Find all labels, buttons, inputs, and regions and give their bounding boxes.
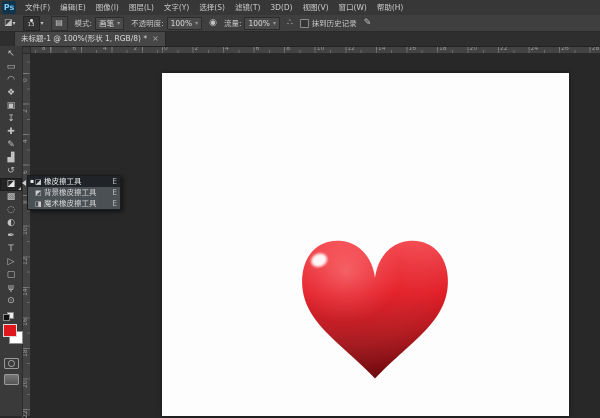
- path-selection-tool[interactable]: ▷: [0, 256, 22, 269]
- move-tool[interactable]: ↖: [0, 48, 22, 61]
- flyout-item-shortcut: E: [112, 199, 117, 208]
- opacity-pressure-icon[interactable]: ◉: [209, 16, 217, 31]
- airbrush-icon[interactable]: ∴: [287, 16, 293, 31]
- menu-item[interactable]: 文件(F): [20, 0, 55, 15]
- crop-tool[interactable]: ▣: [0, 100, 22, 113]
- ruler-number: 22: [23, 410, 29, 418]
- flyout-pointer-icon: [22, 180, 26, 186]
- flyout-item-label: 橡皮擦工具: [44, 176, 108, 187]
- lasso-tool[interactable]: ◠: [0, 74, 22, 87]
- gradient-tool[interactable]: ▩: [0, 191, 22, 204]
- eraser-variant-icon: ◪: [35, 178, 44, 186]
- ruler-number: 4: [23, 139, 29, 143]
- foreground-color-swatch[interactable]: [3, 324, 17, 337]
- ruler-number: 0: [23, 78, 29, 82]
- ruler-number: 2: [23, 109, 29, 113]
- erase-to-history-checkbox[interactable]: [300, 19, 309, 28]
- chevron-down-icon: ▾: [195, 18, 198, 29]
- chevron-down-icon: ▾: [117, 18, 120, 29]
- eraser-variant-icon: ◨: [35, 200, 44, 208]
- heart-shape: [294, 229, 456, 387]
- quick-mask-button[interactable]: [4, 358, 19, 369]
- document-tab[interactable]: 未标题-1 @ 100%(形状 1, RGB/8) * ×: [14, 31, 166, 46]
- shape-tool[interactable]: ▢: [0, 269, 22, 282]
- mode-label: 模式:: [75, 18, 93, 29]
- zoom-tool[interactable]: ⊙: [0, 295, 22, 308]
- rectangular-marquee-tool[interactable]: ▭: [0, 61, 22, 74]
- tool-options-bar: ◪ ▾ 13 ▾ ▤ 模式: 画笔 ▾ 不透明度: 100% ▾ ◉ 流量: 1…: [0, 15, 600, 32]
- flyout-menu-item[interactable]: ◨ 魔术橡皮擦工具 E: [28, 198, 120, 209]
- menu-item[interactable]: 文字(Y): [159, 0, 194, 15]
- brush-size-value: 13: [28, 23, 35, 28]
- type-tool[interactable]: T: [0, 243, 22, 256]
- hand-tool[interactable]: ψ: [0, 282, 22, 295]
- flyout-item-shortcut: E: [112, 177, 117, 186]
- menu-item[interactable]: 3D(D): [265, 0, 297, 15]
- document-tab-bar: 未标题-1 @ 100%(形状 1, RGB/8) * ×: [0, 31, 600, 47]
- opacity-value: 100%: [171, 18, 192, 29]
- color-swatches: [0, 322, 22, 352]
- screen-mode-button[interactable]: [4, 374, 19, 385]
- brush-preset-picker[interactable]: 13: [23, 16, 40, 31]
- flyout-menu-item[interactable]: ◩ 背景橡皮擦工具 E: [28, 187, 120, 198]
- document-canvas[interactable]: [162, 73, 569, 416]
- eyedropper-tool[interactable]: ↧: [0, 113, 22, 126]
- flow-select[interactable]: 100% ▾: [244, 17, 279, 30]
- menu-bar: Ps 文件(F)编辑(E)图像(I)图层(L)文字(Y)选择(S)滤镜(T)3D…: [0, 0, 600, 16]
- flow-label: 流量:: [224, 18, 242, 29]
- flyout-menu-item[interactable]: ▪ ◪ 橡皮擦工具 E: [28, 176, 120, 187]
- default-colors-icon[interactable]: [3, 312, 15, 320]
- eraser-tool[interactable]: ◪: [0, 178, 22, 191]
- erase-to-history-label: 抹到历史记录: [312, 18, 357, 29]
- menu-item[interactable]: 图层(L): [124, 0, 159, 15]
- brush-preset-arrow-icon[interactable]: ▾: [41, 16, 44, 31]
- ruler-number: 10: [23, 227, 29, 235]
- eraser-variant-icon: ◩: [35, 189, 44, 197]
- ruler-number: 12: [23, 258, 29, 266]
- menu-item[interactable]: 滤镜(T): [230, 0, 265, 15]
- ruler-number: 14: [23, 288, 29, 296]
- tool-preset-arrow-icon[interactable]: ▾: [13, 16, 16, 31]
- flyout-item-label: 魔术橡皮擦工具: [44, 198, 108, 209]
- tools-panel: ↖▭◠❖▣↧✚✎▟↺◪▩◌◐✒T▷▢ψ⊙: [0, 46, 23, 416]
- ruler-number: 20: [23, 380, 29, 388]
- opacity-select[interactable]: 100% ▾: [167, 17, 202, 30]
- history-brush-tool[interactable]: ↺: [0, 165, 22, 178]
- ruler-minor-ticks: [30, 50, 600, 53]
- vertical-ruler[interactable]: 0246810121416182022: [22, 53, 31, 416]
- photoshop-logo: Ps: [2, 1, 16, 14]
- blur-tool[interactable]: ◌: [0, 204, 22, 217]
- ruler-number: 18: [23, 349, 29, 357]
- mini-foreground-swatch: [3, 314, 10, 321]
- mode-value: 画笔: [99, 18, 114, 29]
- eraser-tool-flyout-menu: ▪ ◪ 橡皮擦工具 E ◩ 背景橡皮擦工具 E ◨ 魔术橡皮擦工具 E: [27, 175, 121, 210]
- brush-pressure-icon[interactable]: ✎: [364, 16, 372, 31]
- toggle-brush-panel-button[interactable]: ▤: [51, 16, 68, 31]
- pen-tool[interactable]: ✒: [0, 230, 22, 243]
- ruler-number: 16: [23, 319, 29, 327]
- horizontal-ruler[interactable]: 86420246810121416182022242628: [30, 46, 600, 54]
- brush-tool[interactable]: ✎: [0, 139, 22, 152]
- mode-select[interactable]: 画笔 ▾: [95, 17, 124, 30]
- menu-item[interactable]: 窗口(W): [334, 0, 372, 15]
- quick-selection-tool[interactable]: ❖: [0, 87, 22, 100]
- menu-item[interactable]: 视图(V): [298, 0, 334, 15]
- menu-item[interactable]: 帮助(H): [372, 0, 409, 15]
- flyout-item-label: 背景橡皮擦工具: [44, 187, 108, 198]
- flyout-item-shortcut: E: [112, 188, 117, 197]
- menu-item[interactable]: 选择(S): [194, 0, 230, 15]
- menu-item[interactable]: 编辑(E): [55, 0, 91, 15]
- ruler-corner: [22, 46, 31, 54]
- healing-brush-tool[interactable]: ✚: [0, 126, 22, 139]
- flow-value: 100%: [248, 18, 269, 29]
- document-title: 未标题-1 @ 100%(形状 1, RGB/8) *: [21, 33, 147, 44]
- eraser-tool-icon[interactable]: ◪: [4, 16, 13, 31]
- opacity-label: 不透明度:: [131, 18, 164, 29]
- chevron-down-icon: ▾: [273, 18, 276, 29]
- close-icon[interactable]: ×: [152, 35, 159, 43]
- clone-stamp-tool[interactable]: ▟: [0, 152, 22, 165]
- dodge-tool[interactable]: ◐: [0, 217, 22, 230]
- ruler-number: 6: [23, 170, 29, 174]
- menu-item[interactable]: 图像(I): [91, 0, 124, 15]
